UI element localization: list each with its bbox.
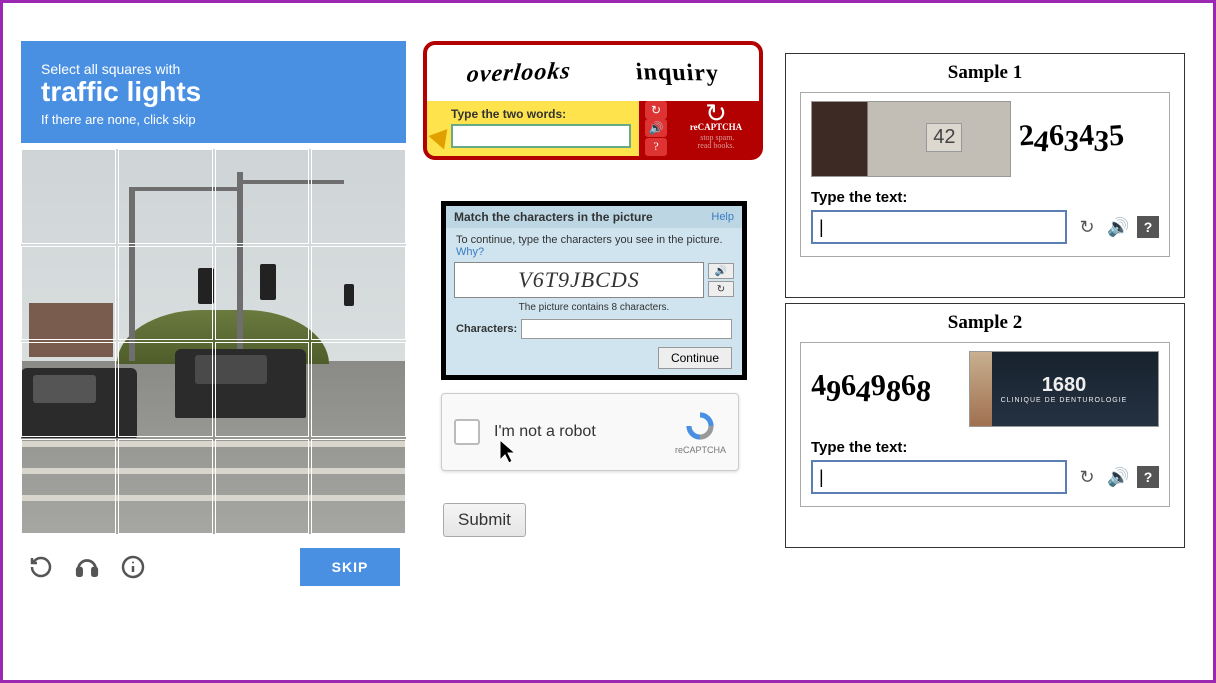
grid-cell[interactable]	[21, 246, 116, 341]
sign-subtext: CLINIQUE DE DENTUROLOGIE	[1001, 397, 1128, 404]
type-text-label: Type the text:	[811, 433, 1159, 460]
grid-cell[interactable]	[118, 439, 213, 534]
why-link[interactable]: Why?	[456, 246, 484, 258]
mouse-cursor-icon	[498, 438, 518, 471]
grid-cell[interactable]	[215, 342, 310, 437]
classic-recaptcha: overlooks inquiry Type the two words: ↻ …	[423, 41, 763, 160]
sample-captcha-2: Sample 2 49649868 1680 CLINIQUE DE DENTU…	[785, 303, 1185, 548]
sample-title: Sample 1	[786, 54, 1184, 92]
sample-captcha-1: Sample 1 2463435 Type the text: ↻ 🔊 ?	[785, 53, 1185, 298]
grid-cell[interactable]	[215, 439, 310, 534]
help-icon[interactable]: ?	[645, 138, 667, 156]
recaptcha-brand: ↻ reCAPTCHA stop spam. read books.	[673, 101, 759, 156]
refresh-icon[interactable]	[27, 553, 55, 581]
captcha-word-2: inquiry	[634, 59, 720, 87]
audio-icon[interactable]: 🔊	[708, 263, 734, 279]
match-captcha-image: V6T9JBCDS	[454, 262, 704, 298]
grid-footer: SKIP	[21, 534, 406, 586]
help-link[interactable]: Help	[711, 211, 734, 223]
classic-input-area: Type the two words:	[427, 101, 639, 156]
street-sign-photo: 1680 CLINIQUE DE DENTUROLOGIE	[969, 351, 1159, 427]
continue-button[interactable]: Continue	[658, 347, 732, 369]
audio-icon[interactable]: 🔊	[645, 119, 667, 137]
refresh-icon[interactable]: ↻	[1077, 217, 1097, 238]
grid-cell[interactable]	[118, 342, 213, 437]
not-a-robot-checkbox[interactable]	[454, 419, 480, 445]
refresh-icon[interactable]: ↻	[645, 101, 667, 119]
characters-label: Characters:	[456, 323, 517, 335]
classic-prompt: Type the two words:	[451, 107, 631, 121]
skip-button[interactable]: SKIP	[300, 548, 400, 586]
match-titlebar: Match the characters in the picture Help	[446, 206, 742, 228]
not-a-robot-label: I'm not a robot	[494, 423, 596, 441]
match-hint: The picture contains 8 characters.	[446, 300, 742, 319]
help-icon[interactable]: ?	[1137, 466, 1159, 488]
grid-cell[interactable]	[311, 246, 406, 341]
sample-title: Sample 2	[786, 304, 1184, 342]
not-a-robot-widget: I'm not a robot reCAPTCHA	[441, 393, 739, 471]
captcha-number-image: 2463435	[1019, 122, 1159, 156]
recaptcha-tagline: stop spam. read books.	[698, 134, 735, 152]
type-text-label: Type the text:	[811, 183, 1159, 210]
refresh-icon[interactable]: ↻	[708, 281, 734, 297]
recaptcha-brand-name: reCAPTCHA	[690, 122, 742, 132]
classic-recaptcha-image: overlooks inquiry	[427, 45, 759, 101]
recaptcha-logo-icon: ↻	[705, 106, 727, 122]
grid-captcha-header: Select all squares with traffic lights I…	[21, 41, 406, 143]
grid-cell[interactable]	[21, 149, 116, 244]
info-icon[interactable]	[119, 553, 147, 581]
grid-cell[interactable]	[118, 246, 213, 341]
house-number-photo	[811, 101, 1011, 177]
grid-target: traffic lights	[41, 77, 386, 108]
classic-input[interactable]	[451, 124, 631, 148]
refresh-icon[interactable]: ↻	[1077, 467, 1097, 488]
image-grid-captcha: Select all squares with traffic lights I…	[21, 41, 406, 586]
sample2-text-input[interactable]	[811, 460, 1067, 494]
grid-cell[interactable]	[21, 439, 116, 534]
grid-cell[interactable]	[311, 342, 406, 437]
characters-input[interactable]	[521, 319, 732, 339]
grid-cell[interactable]	[118, 149, 213, 244]
captcha-number-image: 49649868	[811, 372, 961, 406]
help-icon[interactable]: ?	[1137, 216, 1159, 238]
match-instruction: To continue, type the characters you see…	[446, 228, 742, 260]
grid-body	[21, 149, 406, 534]
audio-icon[interactable]: 🔊	[1107, 467, 1127, 488]
grid-cell[interactable]	[311, 439, 406, 534]
grid-instruction-line3: If there are none, click skip	[41, 112, 386, 127]
match-title: Match the characters in the picture	[454, 210, 653, 224]
sample1-text-input[interactable]	[811, 210, 1067, 244]
grid-cell[interactable]	[21, 342, 116, 437]
audio-icon[interactable]: 🔊	[1107, 217, 1127, 238]
audio-icon[interactable]	[73, 553, 101, 581]
grid-cell[interactable]	[215, 246, 310, 341]
submit-button[interactable]: Submit	[443, 503, 526, 537]
match-characters-captcha: Match the characters in the picture Help…	[441, 201, 747, 380]
classic-recaptcha-bottom: Type the two words: ↻ 🔊 ? ↻ reCAPTCHA st…	[427, 101, 759, 156]
captcha-word-1: overlooks	[466, 58, 573, 89]
grid-cell[interactable]	[215, 149, 310, 244]
classic-icon-column: ↻ 🔊 ?	[639, 101, 673, 156]
recaptcha-brand: reCAPTCHA	[675, 409, 726, 455]
sign-number: 1680	[1042, 374, 1087, 397]
grid-instruction-line1: Select all squares with	[41, 61, 386, 77]
grid-cell[interactable]	[311, 149, 406, 244]
